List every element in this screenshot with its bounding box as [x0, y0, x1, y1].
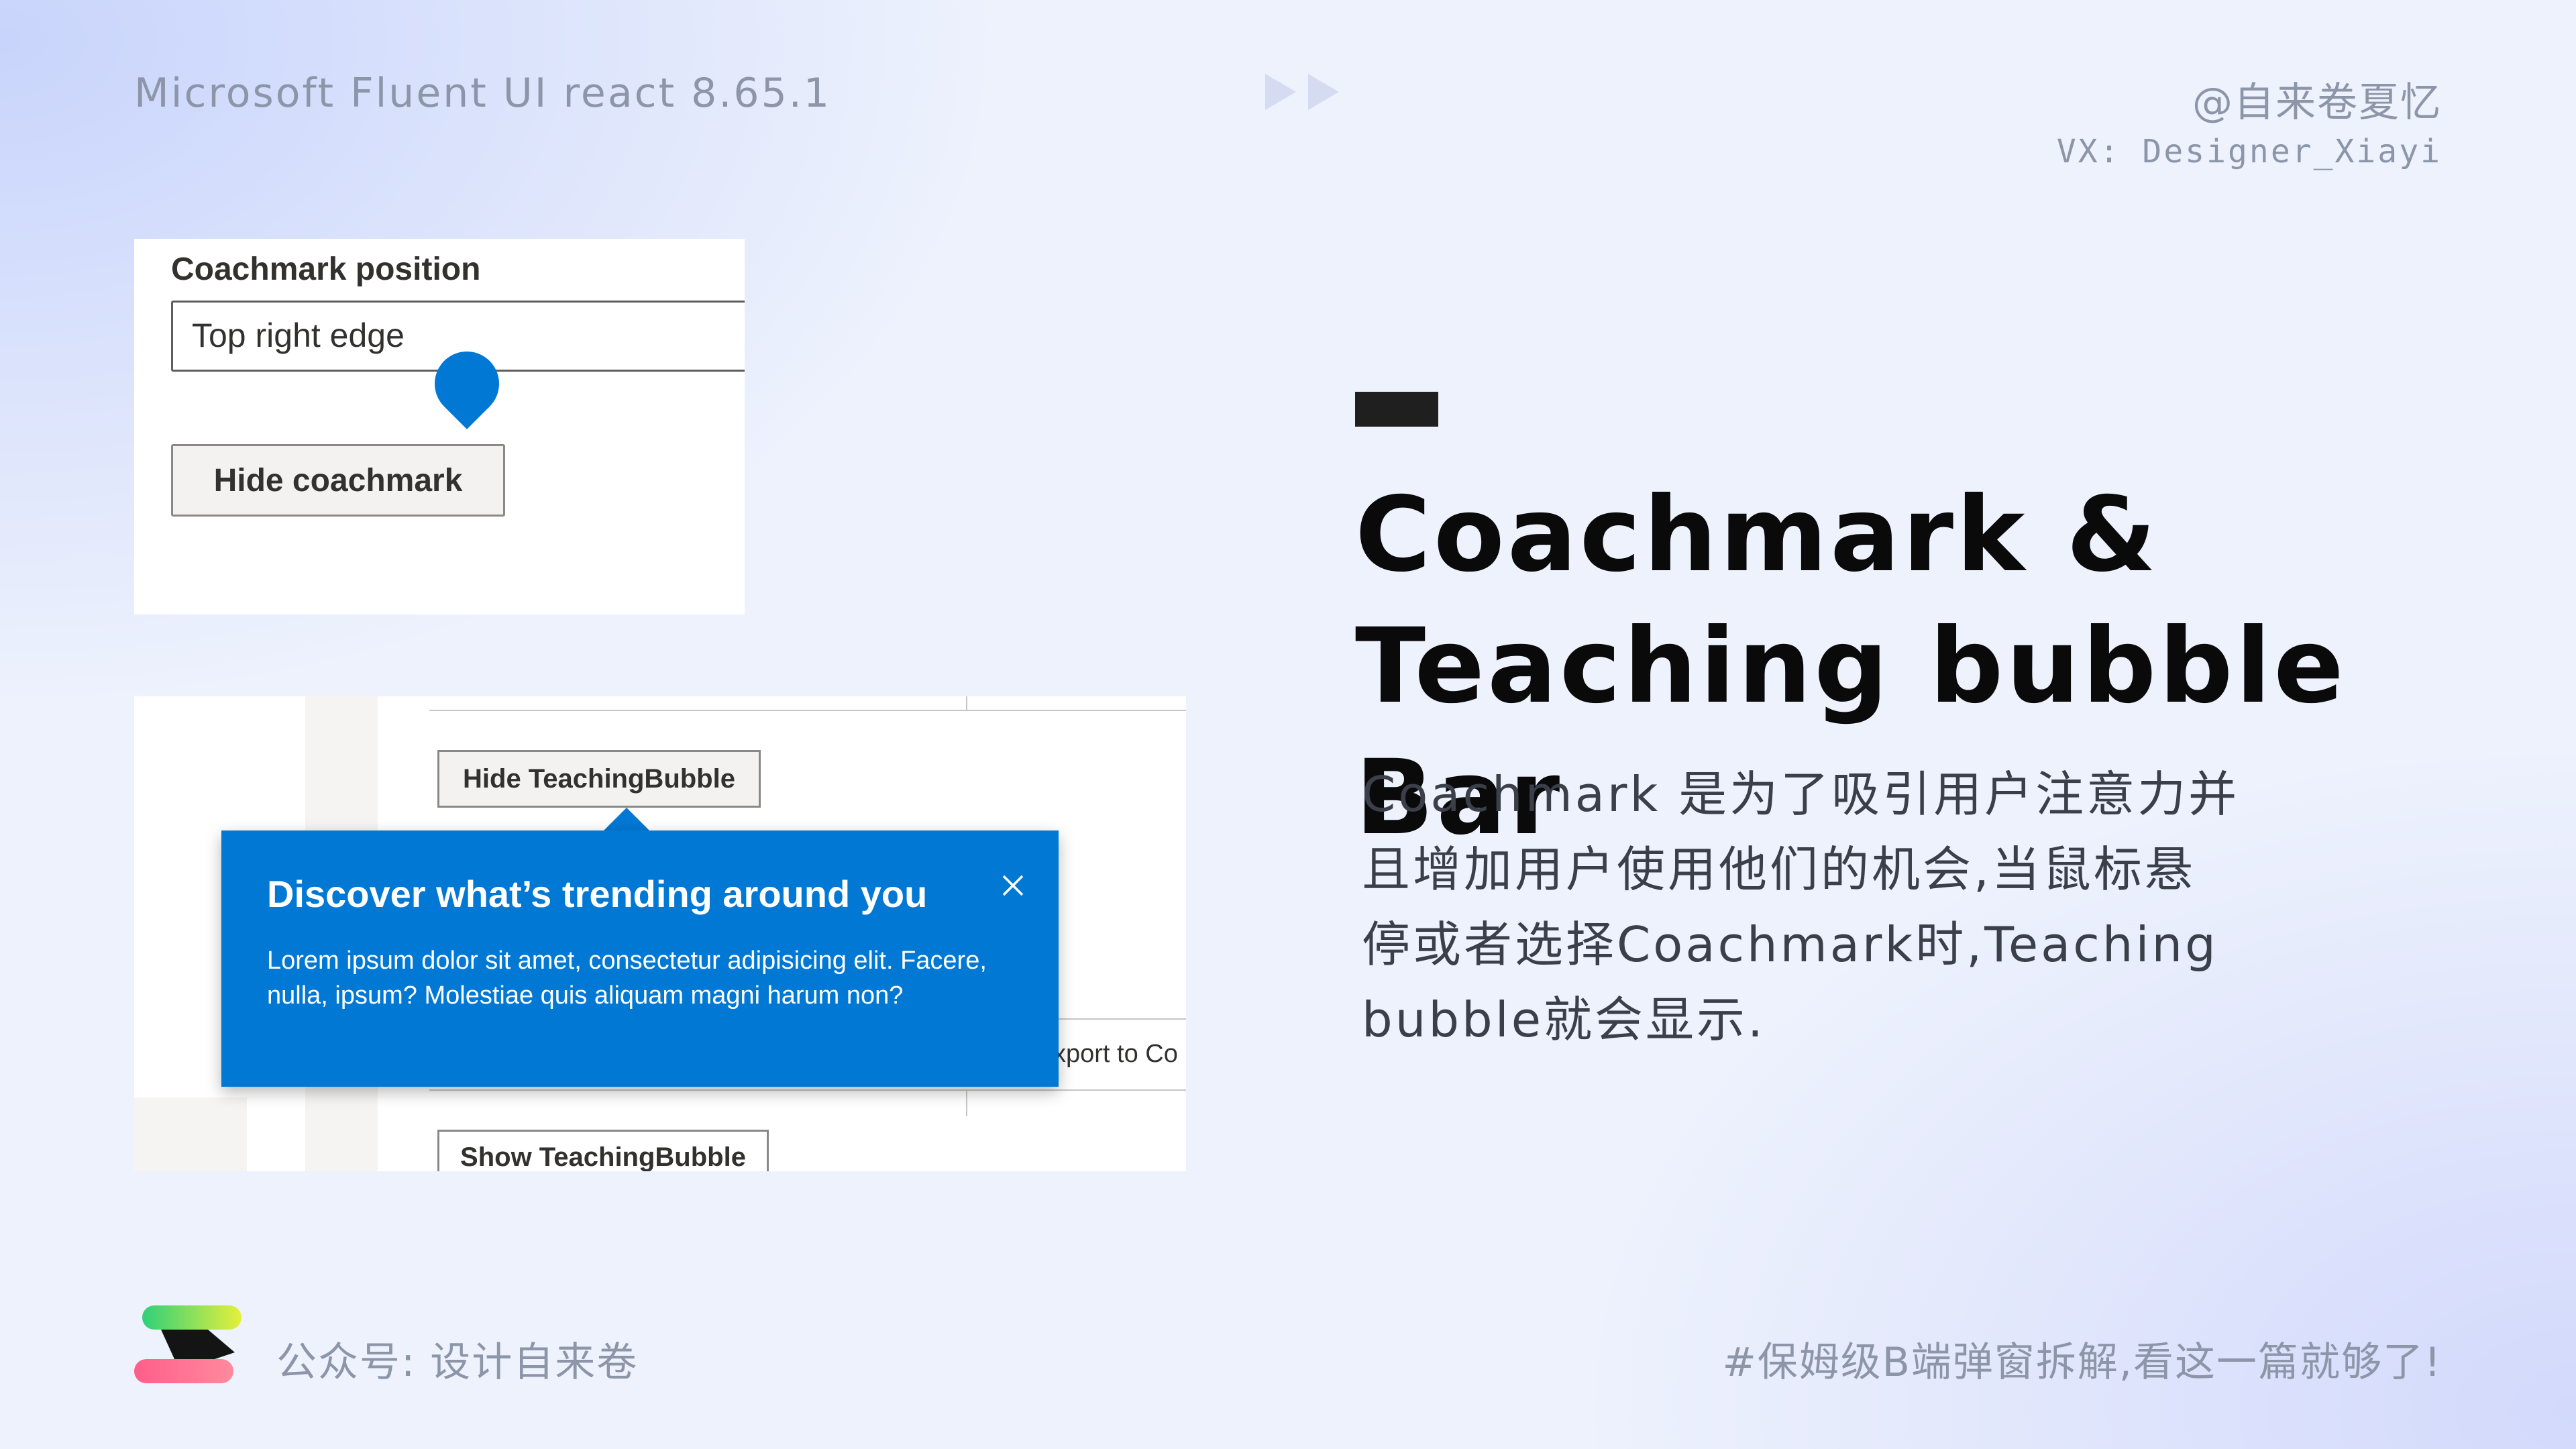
divider: [966, 1089, 967, 1116]
hide-teachingbubble-button[interactable]: Hide TeachingBubble: [437, 750, 761, 808]
coachmark-demo-panel: Coachmark position Top right edge Hide c…: [134, 239, 745, 614]
close-icon[interactable]: [993, 865, 1033, 906]
description-line: Coachmark 是为了吸引用户注意力并: [1362, 766, 2240, 822]
teaching-bubble: Discover what’s trending around you Lore…: [221, 830, 1059, 1087]
author-contact: VX: Designer_Xiayi: [2056, 133, 2442, 170]
play-arrow-icon: [1308, 74, 1339, 110]
teaching-bubble-body: Lorem ipsum dolor sit amet, consectetur …: [267, 947, 987, 1010]
page-description: Coachmark 是为了吸引用户注意力并 且增加用户使用他们的机会,当鼠标悬 …: [1362, 757, 2301, 1057]
footer-hashtag: #保姆级B端弹窗拆解,看这一篇就够了!: [1722, 1339, 2442, 1386]
coachmark-position-value: Top right edge: [192, 317, 405, 354]
divider: [1059, 1018, 1186, 1020]
page-title-line: Coachmark &: [1355, 475, 2159, 595]
divider: [429, 710, 1186, 711]
divider: [429, 1089, 1186, 1091]
export-command[interactable]: xport to Co: [1053, 1040, 1178, 1069]
brand-logo-icon: [134, 1305, 241, 1383]
description-line: 停或者选择Coachmark时,Teaching: [1362, 916, 2218, 973]
description-line: 且增加用户使用他们的机会,当鼠标悬: [1362, 841, 2196, 898]
footer-account: 公众号: 设计自来卷: [276, 1339, 639, 1386]
author-handle: @自来卷夏忆: [2192, 79, 2442, 126]
coachmark-position-label: Coachmark position: [171, 252, 481, 287]
show-teachingbubble-button[interactable]: Show TeachingBubble: [437, 1130, 769, 1171]
teaching-bubble-demo-panel: Hide TeachingBubble xport to Co Show Tea…: [134, 696, 1186, 1171]
nav-strip: [134, 1097, 247, 1171]
teaching-bubble-beak: [602, 808, 651, 832]
description-line: bubble就会显示.: [1362, 991, 1766, 1048]
hide-coachmark-button[interactable]: Hide coachmark: [171, 444, 505, 517]
divider: [966, 696, 967, 711]
header-product-version: Microsoft Fluent UI react 8.65.1: [134, 70, 832, 117]
title-accent-bar: [1355, 392, 1438, 427]
teaching-bubble-title: Discover what’s trending around you: [267, 873, 928, 915]
play-arrow-icon: [1265, 74, 1296, 110]
